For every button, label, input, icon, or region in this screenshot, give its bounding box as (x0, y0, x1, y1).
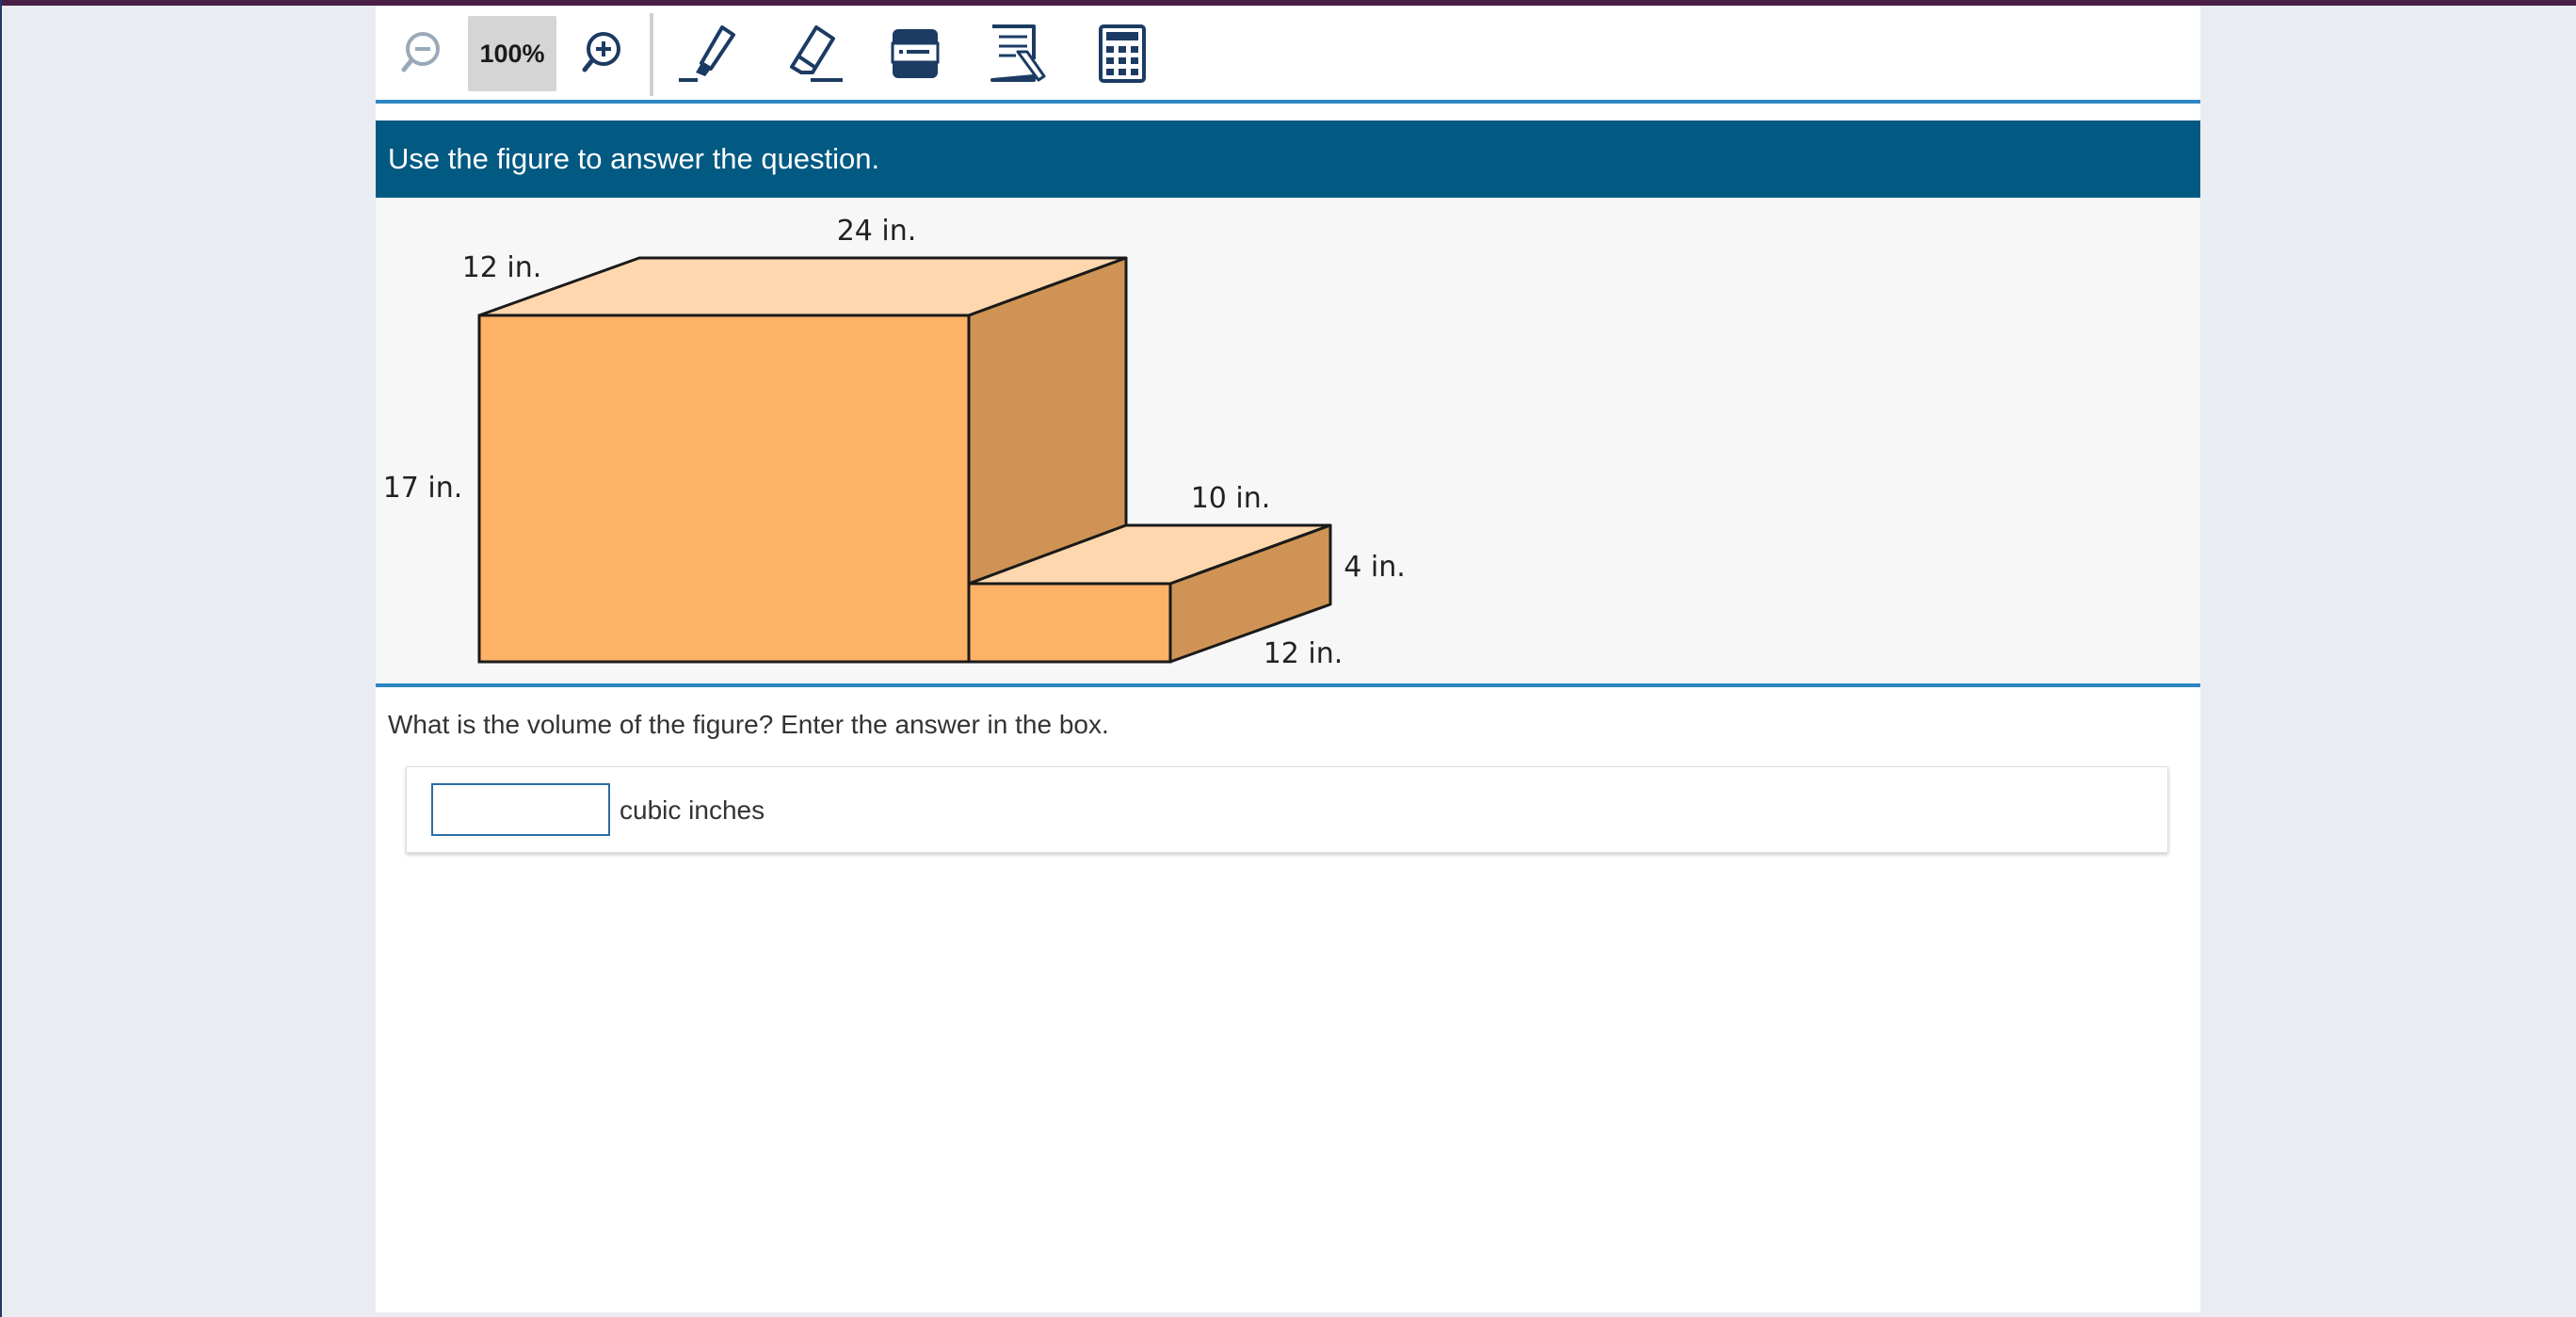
eraser-icon (790, 25, 843, 82)
calculator-tool-button[interactable] (1089, 16, 1155, 91)
stimulus-header: Use the figure to answer the question. (376, 120, 2200, 198)
zoom-out-icon (401, 32, 440, 72)
large-box-front-face (477, 313, 971, 664)
zoom-level-indicator: 100% (468, 16, 556, 91)
label-step-width: 10 in. (1191, 482, 1271, 515)
toolbar-divider (650, 13, 653, 96)
answer-container: cubic inches (406, 766, 2168, 853)
label-step-height: 4 in. (1344, 551, 1406, 584)
line-reader-tool-button[interactable] (882, 16, 948, 91)
zoom-out-button[interactable] (394, 16, 447, 91)
stimulus-figure-area: 24 in. 12 in. 17 in. 10 in. 4 in. 12 in. (376, 198, 2200, 687)
highlighter-icon (679, 25, 735, 82)
rectangular-prism-figure: 24 in. 12 in. 17 in. 10 in. 4 in. 12 in. (383, 215, 1406, 670)
question-prompt: What is the volume of the figure? Enter … (388, 710, 1109, 739)
small-box-front-face (967, 582, 1172, 664)
toolbar: 100% (376, 6, 2200, 104)
volume-answer-input[interactable] (431, 783, 610, 836)
zoom-in-icon (582, 32, 620, 72)
zoom-in-button[interactable] (575, 16, 628, 91)
notepad-icon (990, 24, 1046, 82)
line-reader-icon (891, 29, 940, 78)
calculator-icon (1099, 24, 1146, 83)
label-top-length: 24 in. (837, 215, 917, 248)
unit-label: cubic inches (620, 795, 765, 825)
test-item-panel: 100% Use the figure to answer the questi… (376, 6, 2200, 1312)
label-step-depth: 12 in. (1264, 637, 1344, 670)
window-left-edge (0, 0, 2, 1317)
label-top-depth: 12 in. (462, 251, 542, 284)
eraser-tool-button[interactable] (781, 16, 846, 91)
label-height: 17 in. (383, 472, 463, 505)
highlighter-tool-button[interactable] (675, 16, 741, 91)
notepad-tool-button[interactable] (986, 16, 1052, 91)
